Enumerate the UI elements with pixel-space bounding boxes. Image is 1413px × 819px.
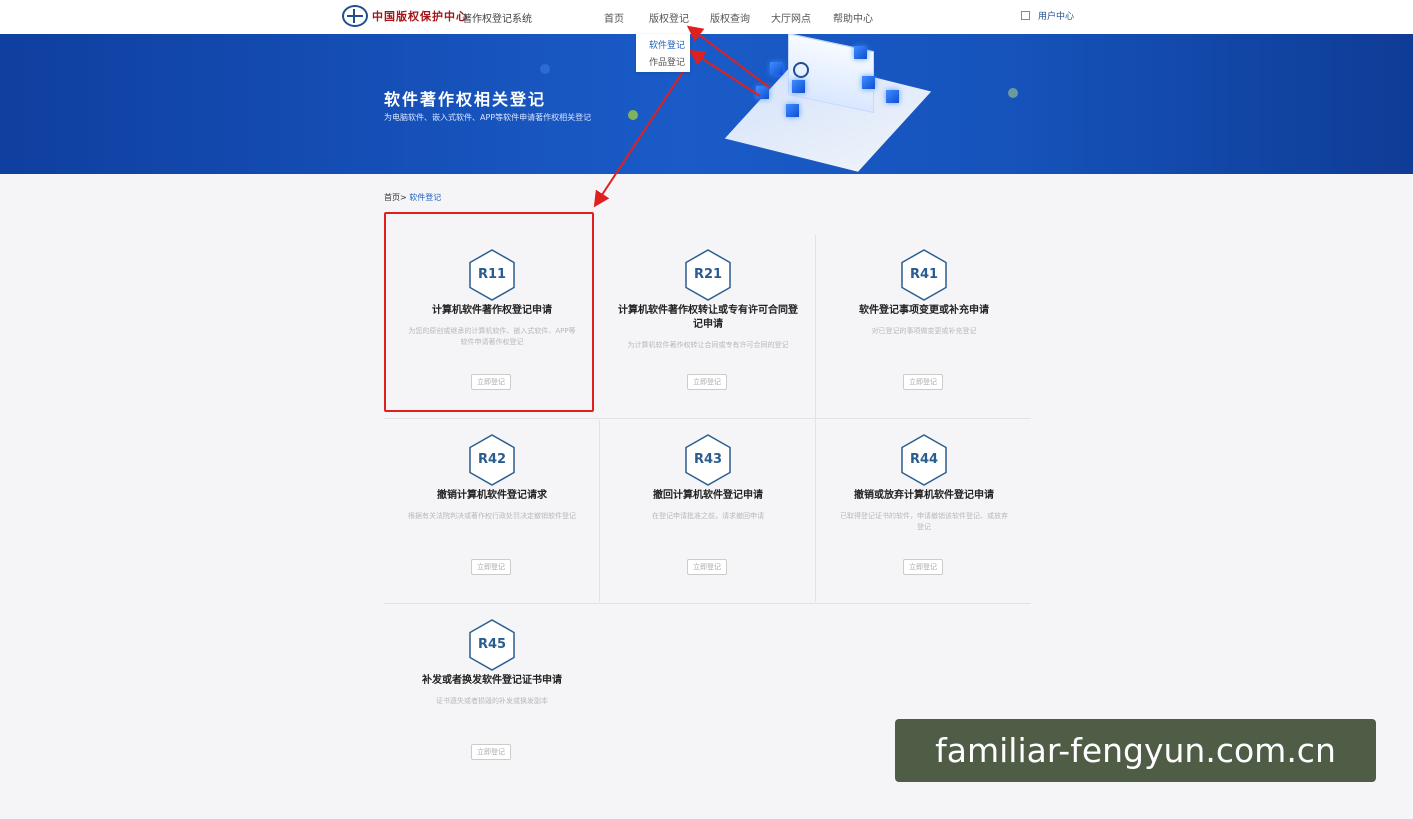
annotation-arrow [593,63,689,208]
dropdown-item-software-registration[interactable]: 软件登记 [649,38,685,51]
watermark-label: familiar-fengyun.com.cn [895,719,1376,782]
registration-dropdown-menu: 软件登记 作品登记 [636,34,690,72]
annotation-arrows [593,25,771,208]
dropdown-item-work-registration[interactable]: 作品登记 [649,55,685,68]
